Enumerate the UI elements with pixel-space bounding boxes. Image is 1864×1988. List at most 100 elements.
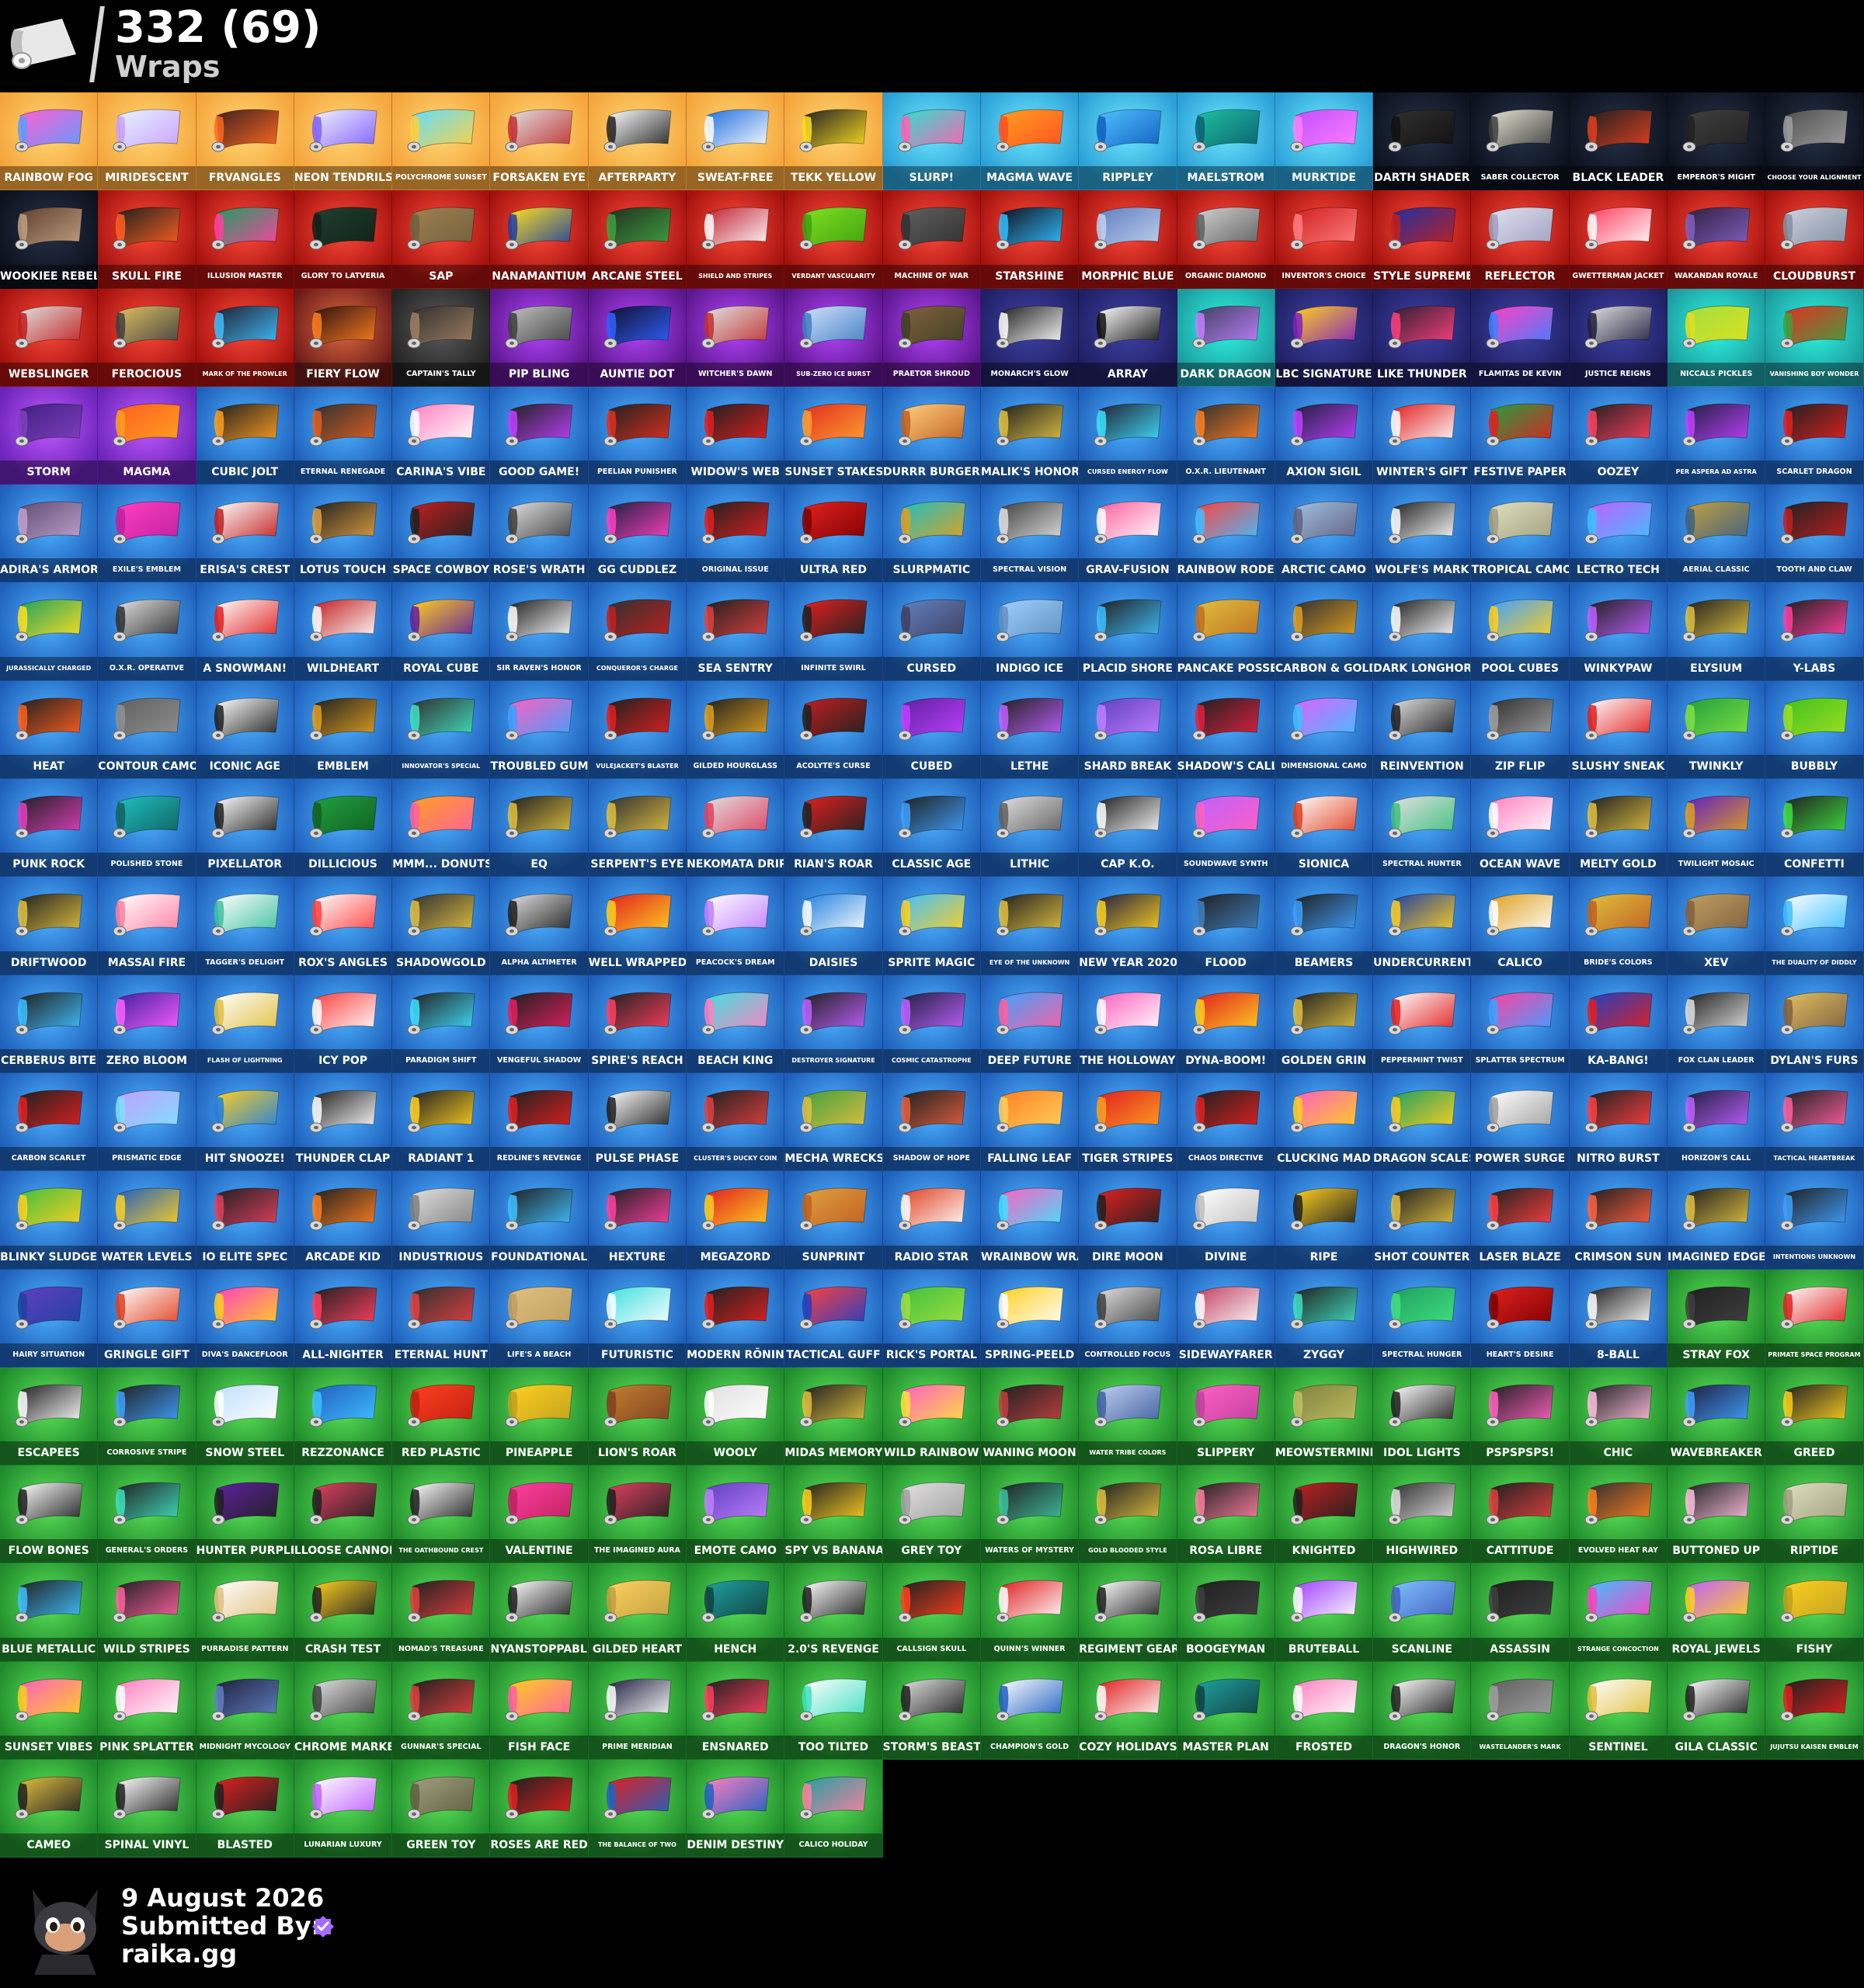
wrap-tile[interactable]: LBC SIGNATURE	[1275, 288, 1374, 387]
wrap-tile[interactable]: CALICO HOLIDAY	[784, 1760, 883, 1858]
wrap-tile[interactable]: GILA CLASSIC	[1668, 1661, 1766, 1760]
wrap-tile[interactable]: STRANGE CONCOCTION	[1569, 1563, 1668, 1662]
wrap-tile[interactable]: CLOUDBURST	[1765, 190, 1864, 289]
wrap-tile[interactable]: RIPTIDE	[1765, 1465, 1864, 1564]
wrap-tile[interactable]: CUBIC JOLT	[196, 386, 294, 485]
wrap-tile[interactable]: GREED	[1765, 1367, 1864, 1466]
wrap-tile[interactable]: BEAMERS	[1275, 877, 1374, 975]
wrap-tile[interactable]: COZY HOLIDAYS	[1079, 1661, 1177, 1760]
wrap-tile[interactable]: JURASSICALLY CHARGED	[0, 582, 99, 681]
wrap-tile[interactable]: CALLSIGN SKULL	[882, 1563, 981, 1662]
wrap-tile[interactable]: GREEN TOY	[392, 1760, 491, 1858]
wrap-tile[interactable]: WINTER'S GIFT	[1373, 386, 1472, 485]
wrap-tile[interactable]: EVOLVED HEAT RAY	[1569, 1465, 1668, 1564]
wrap-tile[interactable]: DIVA'S DANCEFLOOR	[196, 1269, 294, 1368]
wrap-tile[interactable]: GENERAL'S ORDERS	[98, 1465, 196, 1564]
wrap-tile[interactable]: LIFE'S A BEACH	[490, 1269, 589, 1368]
wrap-tile[interactable]: PLACID SHORE	[1079, 582, 1177, 681]
wrap-tile[interactable]: SNOW STEEL	[196, 1367, 294, 1466]
wrap-tile[interactable]: TAGGER'S DELIGHT	[196, 877, 294, 975]
wrap-tile[interactable]: WELL WRAPPED	[588, 877, 687, 975]
wrap-tile[interactable]: TIGER STRIPES	[1079, 1072, 1177, 1172]
wrap-tile[interactable]: HUNTER PURPLE	[196, 1465, 294, 1564]
wrap-tile[interactable]: GUNNAR'S SPECIAL	[392, 1661, 491, 1760]
wrap-tile[interactable]: DRAGON SCALES	[1373, 1072, 1472, 1172]
wrap-tile[interactable]: ETERNAL RENEGADE	[294, 386, 393, 485]
wrap-tile[interactable]: XEV	[1668, 877, 1766, 975]
wrap-tile[interactable]: SUNSET STAKES	[784, 386, 883, 485]
wrap-tile[interactable]: TACTICAL HEARTBREAK	[1765, 1072, 1864, 1172]
wrap-tile[interactable]: LION'S ROAR	[588, 1367, 687, 1466]
wrap-tile[interactable]: DILLICIOUS	[294, 779, 393, 878]
wrap-tile[interactable]: ARRAY	[1079, 288, 1177, 387]
wrap-tile[interactable]: CONTROLLED FOCUS	[1079, 1269, 1177, 1368]
wrap-tile[interactable]: WOLFE'S MARK	[1373, 485, 1472, 583]
wrap-tile[interactable]: ZERO BLOOM	[98, 975, 196, 1073]
wrap-tile[interactable]: FLOW BONES	[0, 1465, 99, 1564]
wrap-tile[interactable]: CLASSIC AGE	[882, 779, 981, 878]
wrap-tile[interactable]: ROSES ARE RED	[490, 1760, 589, 1858]
wrap-tile[interactable]: WILD RAINBOW	[882, 1367, 981, 1466]
wrap-tile[interactable]: ETERNAL HUNT	[392, 1269, 491, 1368]
wrap-tile[interactable]: FISH FACE	[490, 1661, 589, 1760]
wrap-tile[interactable]: FRVANGLES	[196, 92, 294, 191]
wrap-tile[interactable]: DENIM DESTINY	[687, 1760, 785, 1858]
wrap-tile[interactable]: TOOTH AND CLAW	[1765, 485, 1864, 583]
wrap-tile[interactable]: WATER TRIBE COLORS	[1079, 1367, 1177, 1466]
wrap-tile[interactable]: SHOT COUNTER	[1373, 1171, 1472, 1270]
wrap-tile[interactable]: SPECTRAL HUNGER	[1373, 1269, 1472, 1368]
wrap-tile[interactable]: NEKOMATA DRIP	[687, 779, 785, 878]
wrap-tile[interactable]: BLACK LEADER	[1569, 92, 1668, 191]
wrap-tile[interactable]: CARBON & GOLD	[1275, 582, 1374, 681]
wrap-tile[interactable]: VULEJACKET'S BLASTER	[588, 680, 687, 780]
wrap-tile[interactable]: SPINAL VINYL	[98, 1760, 196, 1858]
wrap-tile[interactable]: LASER BLAZE	[1471, 1171, 1570, 1270]
wrap-tile[interactable]: NYANSTOPPABLE	[490, 1563, 589, 1662]
wrap-tile[interactable]: GWETTERMAN JACKET	[1569, 190, 1668, 289]
wrap-tile[interactable]: NEW YEAR 2020	[1079, 877, 1177, 975]
wrap-tile[interactable]: AERIAL CLASSIC	[1668, 485, 1766, 583]
wrap-tile[interactable]: INNOVATOR'S SPECIAL	[392, 680, 491, 780]
wrap-tile[interactable]: STORM	[0, 386, 99, 485]
wrap-tile[interactable]: SABER COLLECTOR	[1471, 92, 1570, 191]
wrap-tile[interactable]: PSPSPSPS!	[1471, 1367, 1570, 1466]
wrap-tile[interactable]: RAINBOW FOG	[0, 92, 99, 191]
wrap-tile[interactable]: PURRADISE PATTERN	[196, 1563, 294, 1662]
wrap-tile[interactable]: BRUTEBALL	[1275, 1563, 1374, 1662]
wrap-tile[interactable]: REINVENTION	[1373, 680, 1472, 780]
wrap-tile[interactable]: VALENTINE	[490, 1465, 589, 1564]
wrap-tile[interactable]: CHAOS DIRECTIVE	[1177, 1072, 1275, 1172]
wrap-tile[interactable]: BRIDE'S COLORS	[1569, 877, 1668, 975]
wrap-tile[interactable]: CONTOUR CAMO	[98, 680, 196, 780]
wrap-tile[interactable]: CURSED ENERGY FLOW	[1079, 386, 1177, 485]
wrap-tile[interactable]: WILD STRIPES	[98, 1563, 196, 1662]
wrap-tile[interactable]: STARSHINE	[980, 190, 1080, 289]
wrap-tile[interactable]: WASTELANDER'S MARK	[1471, 1661, 1570, 1760]
wrap-tile[interactable]: GOOD GAME!	[490, 386, 589, 485]
wrap-tile[interactable]: CLUSTER'S DUCKY COIN	[687, 1072, 785, 1172]
wrap-tile[interactable]: POLISHED STONE	[98, 779, 196, 878]
wrap-tile[interactable]: ASSASSIN	[1471, 1563, 1570, 1662]
wrap-tile[interactable]: INTENTIONS UNKNOWN	[1765, 1171, 1864, 1270]
wrap-tile[interactable]: SLUSHY SNEAK	[1569, 680, 1668, 780]
wrap-tile[interactable]: PIXELLATOR	[196, 779, 294, 878]
wrap-tile[interactable]: THE IMAGINED AURA	[588, 1465, 687, 1564]
wrap-tile[interactable]: SIDEWAYFARER	[1177, 1269, 1275, 1368]
wrap-tile[interactable]: DYLAN'S FURS	[1765, 975, 1864, 1073]
wrap-tile[interactable]: SLIPPERY	[1177, 1367, 1275, 1466]
wrap-tile[interactable]: CRIMSON SUN	[1569, 1171, 1668, 1270]
wrap-tile[interactable]: DIVINE	[1177, 1171, 1275, 1270]
wrap-tile[interactable]: POOL CUBES	[1471, 582, 1570, 681]
wrap-tile[interactable]: SCARLET DRAGON	[1765, 386, 1864, 485]
wrap-tile[interactable]: FLOOD	[1177, 877, 1275, 975]
wrap-tile[interactable]: EXILE'S EMBLEM	[98, 485, 196, 583]
wrap-tile[interactable]: PUNK ROCK	[0, 779, 99, 878]
wrap-tile[interactable]: MEOWSTERMIND	[1275, 1367, 1374, 1466]
wrap-tile[interactable]: MARK OF THE PROWLER	[196, 288, 294, 387]
wrap-tile[interactable]: AUNTIE DOT	[588, 288, 687, 387]
wrap-tile[interactable]: KNIGHTED	[1275, 1465, 1374, 1564]
wrap-tile[interactable]: MALIK'S HONOR	[980, 386, 1080, 485]
wrap-tile[interactable]: NITRO BURST	[1569, 1072, 1668, 1172]
wrap-tile[interactable]: FESTIVE PAPER	[1471, 386, 1570, 485]
wrap-tile[interactable]: THE DUALITY OF DIDDLY	[1765, 877, 1864, 975]
